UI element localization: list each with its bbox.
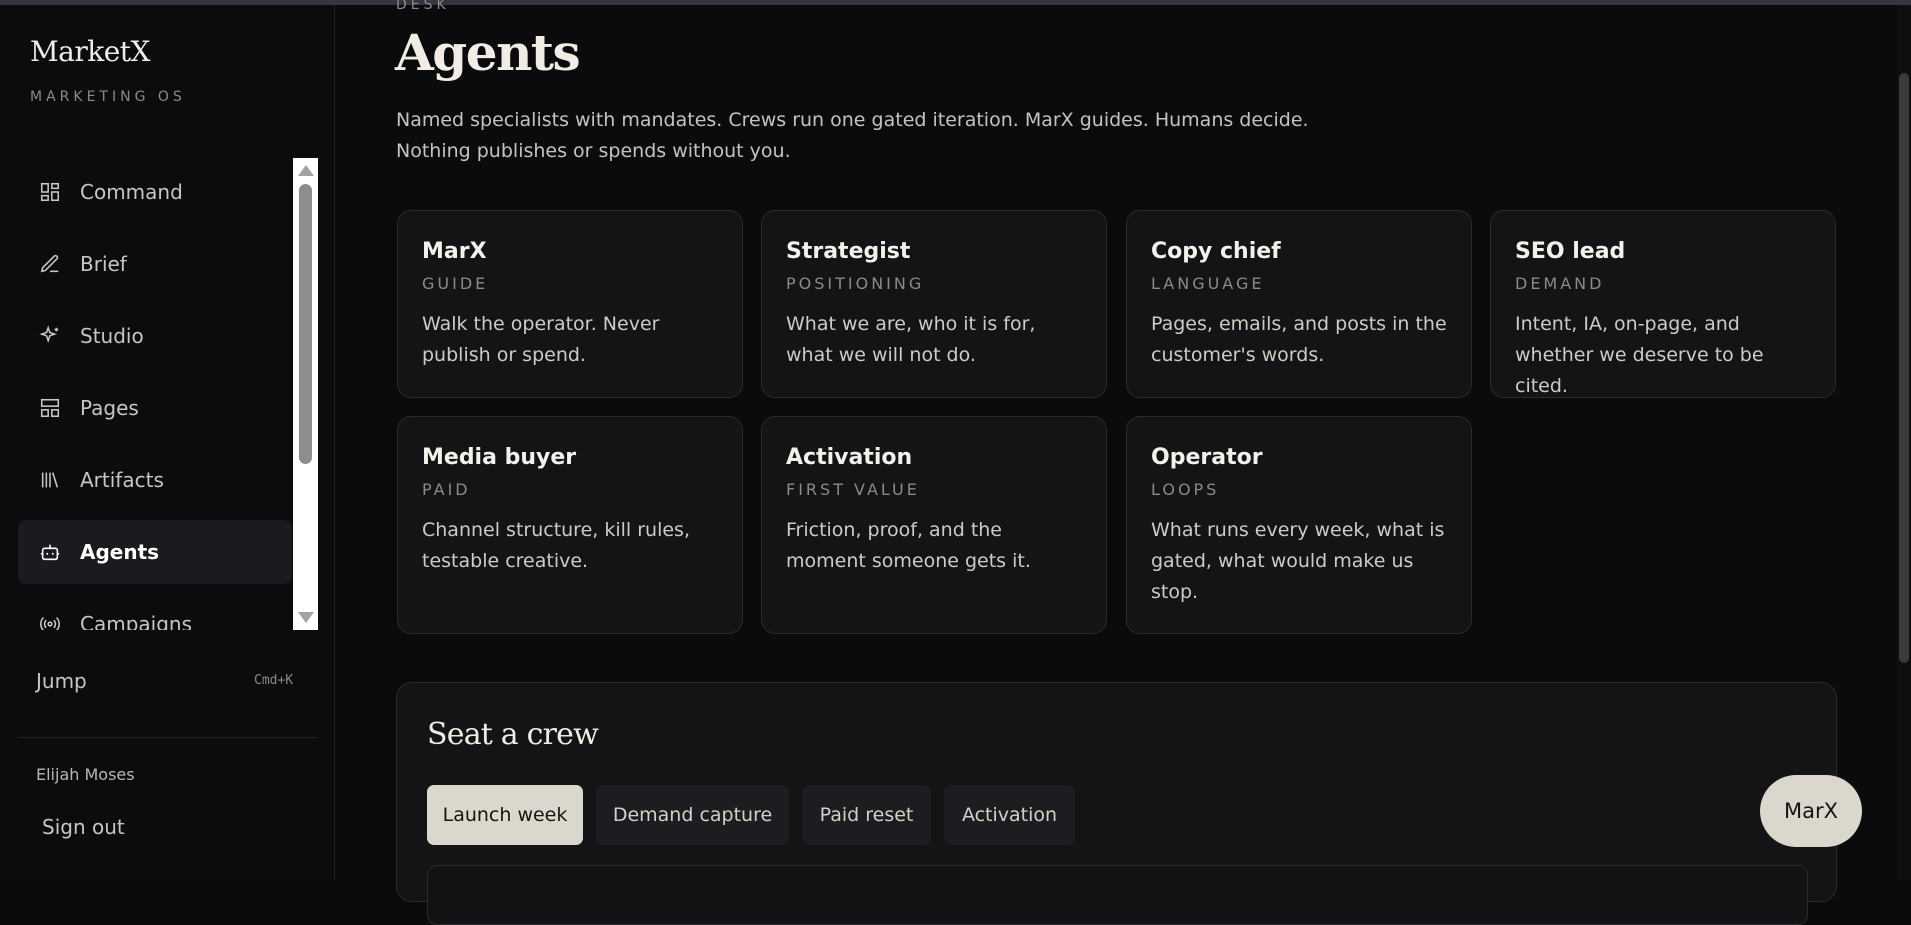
agent-role: POSITIONING [786,274,925,293]
page-title: Agents [395,23,581,82]
agent-name: Strategist [786,239,911,264]
brand-subtitle: MARKETING OS [30,89,186,105]
crew-tab-paid-reset[interactable]: Paid reset [802,785,931,845]
sign-out-button[interactable]: Sign out [42,815,125,839]
crew-title: Seat a crew [427,717,599,752]
crew-tab-activation[interactable]: Activation [944,785,1075,845]
sidebar-item-label: Studio [80,324,144,348]
agent-card-operator[interactable]: Operator LOOPS What runs every week, wha… [1126,416,1472,634]
sidebar-item-studio[interactable]: Studio [18,304,292,368]
agent-card-copy-chief[interactable]: Copy chief LANGUAGE Pages, emails, and p… [1126,210,1472,398]
page-scrollbar-thumb[interactable] [1899,73,1909,663]
agent-name: Copy chief [1151,239,1281,264]
sidebar-item-pages[interactable]: Pages [18,376,292,440]
crew-tab-launch-week[interactable]: Launch week [427,785,583,845]
sidebar-item-command[interactable]: Command [18,160,292,224]
sidebar-nav: Command Brief Studio Pages Artifacts Age… [0,158,318,630]
bot-icon [38,540,62,564]
agent-card-activation[interactable]: Activation FIRST VALUE Friction, proof, … [761,416,1107,634]
sidebar-item-label: Brief [80,252,127,276]
pen-icon [38,252,62,276]
agent-card-strategist[interactable]: Strategist POSITIONING What we are, who … [761,210,1107,398]
agent-description: Channel structure, kill rules, testable … [422,519,690,572]
grid-icon [38,180,62,204]
page-description: Named specialists with mandates. Crews r… [396,109,1309,162]
agent-description: Pages, emails, and posts in the customer… [1151,313,1447,366]
sidebar-item-artifacts[interactable]: Artifacts [18,448,292,512]
agent-name: Activation [786,445,913,470]
main-content: DESK Agents Named specialists with manda… [336,0,1896,925]
brand-logo[interactable]: MarketX [30,35,150,68]
agent-description: Walk the operator. Never publish or spen… [422,313,660,366]
sidebar-scrollbar[interactable] [293,158,318,630]
agent-name: SEO lead [1515,239,1626,264]
agent-role: PAID [422,480,471,499]
sidebar: MarketX MARKETING OS Command Brief Studi… [0,5,335,880]
jump-shortcut-hint: Cmd+K [254,673,294,688]
sidebar-divider [18,737,317,738]
agent-description: Intent, IA, on-page, and whether we dese… [1515,313,1764,397]
agent-name: Operator [1151,445,1263,470]
agent-card-marx[interactable]: MarX GUIDE Walk the operator. Never publ… [397,210,743,398]
scrollbar-thumb[interactable] [299,184,312,464]
seat-crew-panel: Seat a crew Launch week Demand capture P… [396,682,1837,925]
agent-name: MarX [422,239,487,264]
agent-name: Media buyer [422,445,577,470]
scroll-up-arrow-icon[interactable] [298,165,314,176]
agent-role: GUIDE [422,274,489,293]
sidebar-item-brief[interactable]: Brief [18,232,292,296]
sidebar-item-label: Campaigns [80,612,193,630]
agent-card-media-buyer[interactable]: Media buyer PAID Channel structure, kill… [397,416,743,634]
broadcast-icon [38,612,62,630]
sidebar-item-label: Command [80,180,183,204]
agent-description: Friction, proof, and the moment someone … [786,519,1031,572]
agent-role: DEMAND [1515,274,1605,293]
sidebar-item-label: Artifacts [80,468,164,492]
sidebar-item-agents[interactable]: Agents [18,520,292,584]
library-icon [38,468,62,492]
sidebar-item-label: Agents [80,540,160,564]
agent-description: What runs every week, what is gated, wha… [1151,519,1445,603]
page-scrollbar[interactable] [1897,5,1911,880]
sidebar-item-campaigns[interactable]: Campaigns [18,592,292,630]
sidebar-item-label: Pages [80,396,139,420]
jump-button[interactable]: Jump [36,669,87,693]
sparkle-icon [38,324,62,348]
marx-assistant-button[interactable]: MarX [1760,775,1862,847]
agent-role: FIRST VALUE [786,480,920,499]
layout-icon [38,396,62,420]
agent-description: What we are, who it is for, what we will… [786,313,1036,366]
scroll-down-arrow-icon[interactable] [298,612,314,623]
crew-tab-demand-capture[interactable]: Demand capture [596,785,789,845]
section-eyebrow: DESK [396,0,450,13]
agent-role: LANGUAGE [1151,274,1265,293]
crew-detail-panel [427,865,1808,925]
user-name: Elijah Moses [36,765,135,784]
agent-role: LOOPS [1151,480,1220,499]
agent-card-seo-lead[interactable]: SEO lead DEMAND Intent, IA, on-page, and… [1490,210,1836,398]
